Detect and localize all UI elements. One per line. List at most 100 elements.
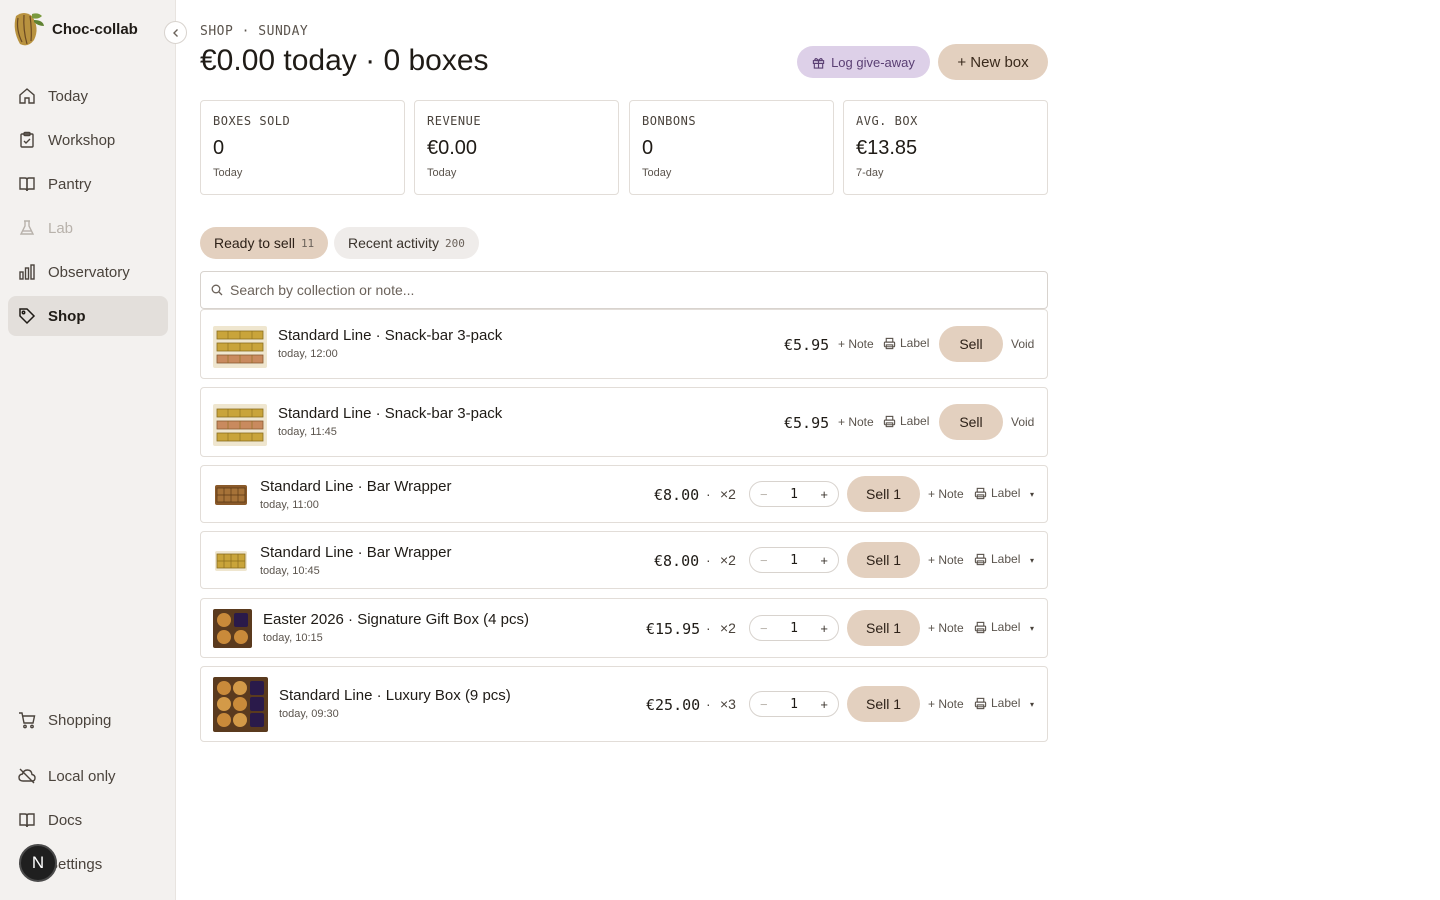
row-time: today, 11:00: [260, 499, 319, 511]
sidebar-item-shopping[interactable]: Shopping: [8, 700, 168, 740]
label-text: Label: [900, 414, 930, 428]
row-price: €25.00: [646, 696, 701, 714]
sell-button[interactable]: Sell: [939, 326, 1003, 362]
row-title: Standard Line · Snack-bar 3-pack: [278, 405, 503, 422]
search-input[interactable]: [230, 282, 1010, 298]
void-button[interactable]: Void: [1011, 337, 1034, 351]
clipboard-icon: [20, 131, 34, 148]
label-button[interactable]: Label: [974, 620, 1020, 634]
decrement-button[interactable]: −: [760, 553, 768, 568]
product-thumbnail: [213, 609, 252, 648]
bar-chart-icon: [19, 264, 35, 280]
printer-icon: [974, 553, 987, 565]
printer-icon: [974, 697, 987, 709]
label-dropdown-caret[interactable]: ▾: [1030, 624, 1034, 633]
stat-value: €13.85: [856, 137, 918, 159]
product-thumbnail: [215, 485, 247, 505]
row-title: Standard Line · Bar Wrapper: [260, 544, 452, 561]
stat-sub: 7-day: [856, 167, 884, 179]
label-text: Label: [991, 696, 1021, 710]
decrement-button[interactable]: −: [760, 487, 768, 502]
row-price: €15.95: [646, 620, 701, 638]
list-item: Standard Line · Bar Wrapper today, 10:45…: [200, 531, 1048, 589]
label-dropdown-caret[interactable]: ▾: [1030, 556, 1034, 565]
quantity-value[interactable]: 1: [790, 487, 798, 502]
sidebar-item-workshop[interactable]: Workshop: [8, 120, 168, 160]
void-button[interactable]: Void: [1011, 415, 1034, 429]
collapse-sidebar-button[interactable]: [164, 21, 187, 44]
book-icon: [19, 177, 35, 192]
label-button[interactable]: Label: [974, 486, 1020, 500]
new-box-button[interactable]: + New box: [938, 44, 1048, 80]
sidebar-item-shop[interactable]: Shop: [8, 296, 168, 336]
gift-icon: [812, 57, 825, 69]
product-thumbnail: [213, 677, 268, 732]
tab-recent-activity[interactable]: Recent activity 200: [334, 227, 479, 259]
sidebar-item-pantry[interactable]: Pantry: [8, 164, 168, 204]
sell-one-button[interactable]: Sell 1: [847, 476, 920, 512]
row-title: Standard Line · Luxury Box (9 pcs): [279, 687, 511, 704]
product-thumbnail: [213, 404, 267, 446]
sidebar-item-observatory[interactable]: Observatory: [8, 252, 168, 292]
label-button[interactable]: Label: [883, 336, 929, 350]
cloud-off-icon: [18, 768, 36, 784]
add-note-button[interactable]: + Note: [928, 621, 964, 635]
tab-label: Ready to sell: [214, 235, 295, 251]
sidebar-item-label: Observatory: [48, 263, 130, 281]
separator-dot: ·: [706, 486, 711, 502]
add-note-button[interactable]: + Note: [928, 697, 964, 711]
add-note-button[interactable]: + Note: [928, 487, 964, 501]
label-button[interactable]: Label: [974, 552, 1020, 566]
row-multiplier: ×2: [720, 620, 736, 636]
log-giveaway-button[interactable]: Log give-away: [797, 46, 930, 78]
label-dropdown-caret[interactable]: ▾: [1030, 490, 1034, 499]
separator-dot: ·: [706, 620, 711, 636]
tab-label: Recent activity: [348, 235, 440, 251]
add-note-button[interactable]: + Note: [838, 415, 874, 429]
quantity-value[interactable]: 1: [790, 553, 798, 568]
label-text: Label: [991, 620, 1021, 634]
quantity-value[interactable]: 1: [790, 697, 798, 712]
sell-one-button[interactable]: Sell 1: [847, 610, 920, 646]
increment-button[interactable]: +: [820, 621, 828, 636]
row-time: today, 11:45: [278, 426, 337, 438]
sidebar-item-label: Docs: [48, 811, 83, 829]
decrement-button[interactable]: −: [760, 621, 768, 636]
add-note-button[interactable]: + Note: [928, 553, 964, 567]
brand[interactable]: Choc-collab: [10, 10, 138, 48]
list-item: Standard Line · Snack-bar 3-pack today, …: [200, 309, 1048, 379]
printer-icon: [883, 337, 896, 349]
decrement-button[interactable]: −: [760, 697, 768, 712]
stat-value: €0.00: [427, 137, 478, 159]
label-button[interactable]: Label: [883, 414, 929, 428]
increment-button[interactable]: +: [820, 697, 828, 712]
stat-card-boxes-sold: BOXES SOLD 0 Today: [200, 100, 405, 195]
quantity-value[interactable]: 1: [790, 621, 798, 636]
sidebar-item-local-only[interactable]: Local only: [8, 756, 168, 796]
stat-value: 0: [642, 137, 654, 159]
sell-button[interactable]: Sell: [939, 404, 1003, 440]
stat-card-revenue: REVENUE €0.00 Today: [414, 100, 619, 195]
tab-ready-to-sell[interactable]: Ready to sell 11: [200, 227, 329, 259]
row-time: today, 10:45: [260, 565, 320, 577]
row-multiplier: ×2: [720, 552, 736, 568]
label-button[interactable]: Label: [974, 696, 1020, 710]
label-text: Label: [991, 552, 1021, 566]
sidebar-item-lab: Lab: [8, 208, 168, 248]
sidebar-item-today[interactable]: Today: [8, 76, 168, 116]
row-time: today, 10:15: [263, 632, 323, 644]
user-avatar[interactable]: N: [19, 844, 57, 882]
row-title: Easter 2026 · Signature Gift Box (4 pcs): [263, 611, 529, 628]
add-note-button[interactable]: + Note: [838, 337, 874, 351]
sidebar-item-label: Today: [48, 87, 89, 105]
increment-button[interactable]: +: [820, 553, 828, 568]
quantity-stepper: − 1 +: [749, 691, 839, 717]
page-title: €0.00 today · 0 boxes: [200, 44, 489, 77]
sidebar-item-docs[interactable]: Docs: [8, 800, 168, 840]
sell-one-button[interactable]: Sell 1: [847, 686, 920, 722]
label-dropdown-caret[interactable]: ▾: [1030, 700, 1034, 709]
row-price: €5.95: [784, 336, 830, 354]
home-icon: [19, 88, 35, 104]
increment-button[interactable]: +: [820, 487, 828, 502]
sell-one-button[interactable]: Sell 1: [847, 542, 920, 578]
